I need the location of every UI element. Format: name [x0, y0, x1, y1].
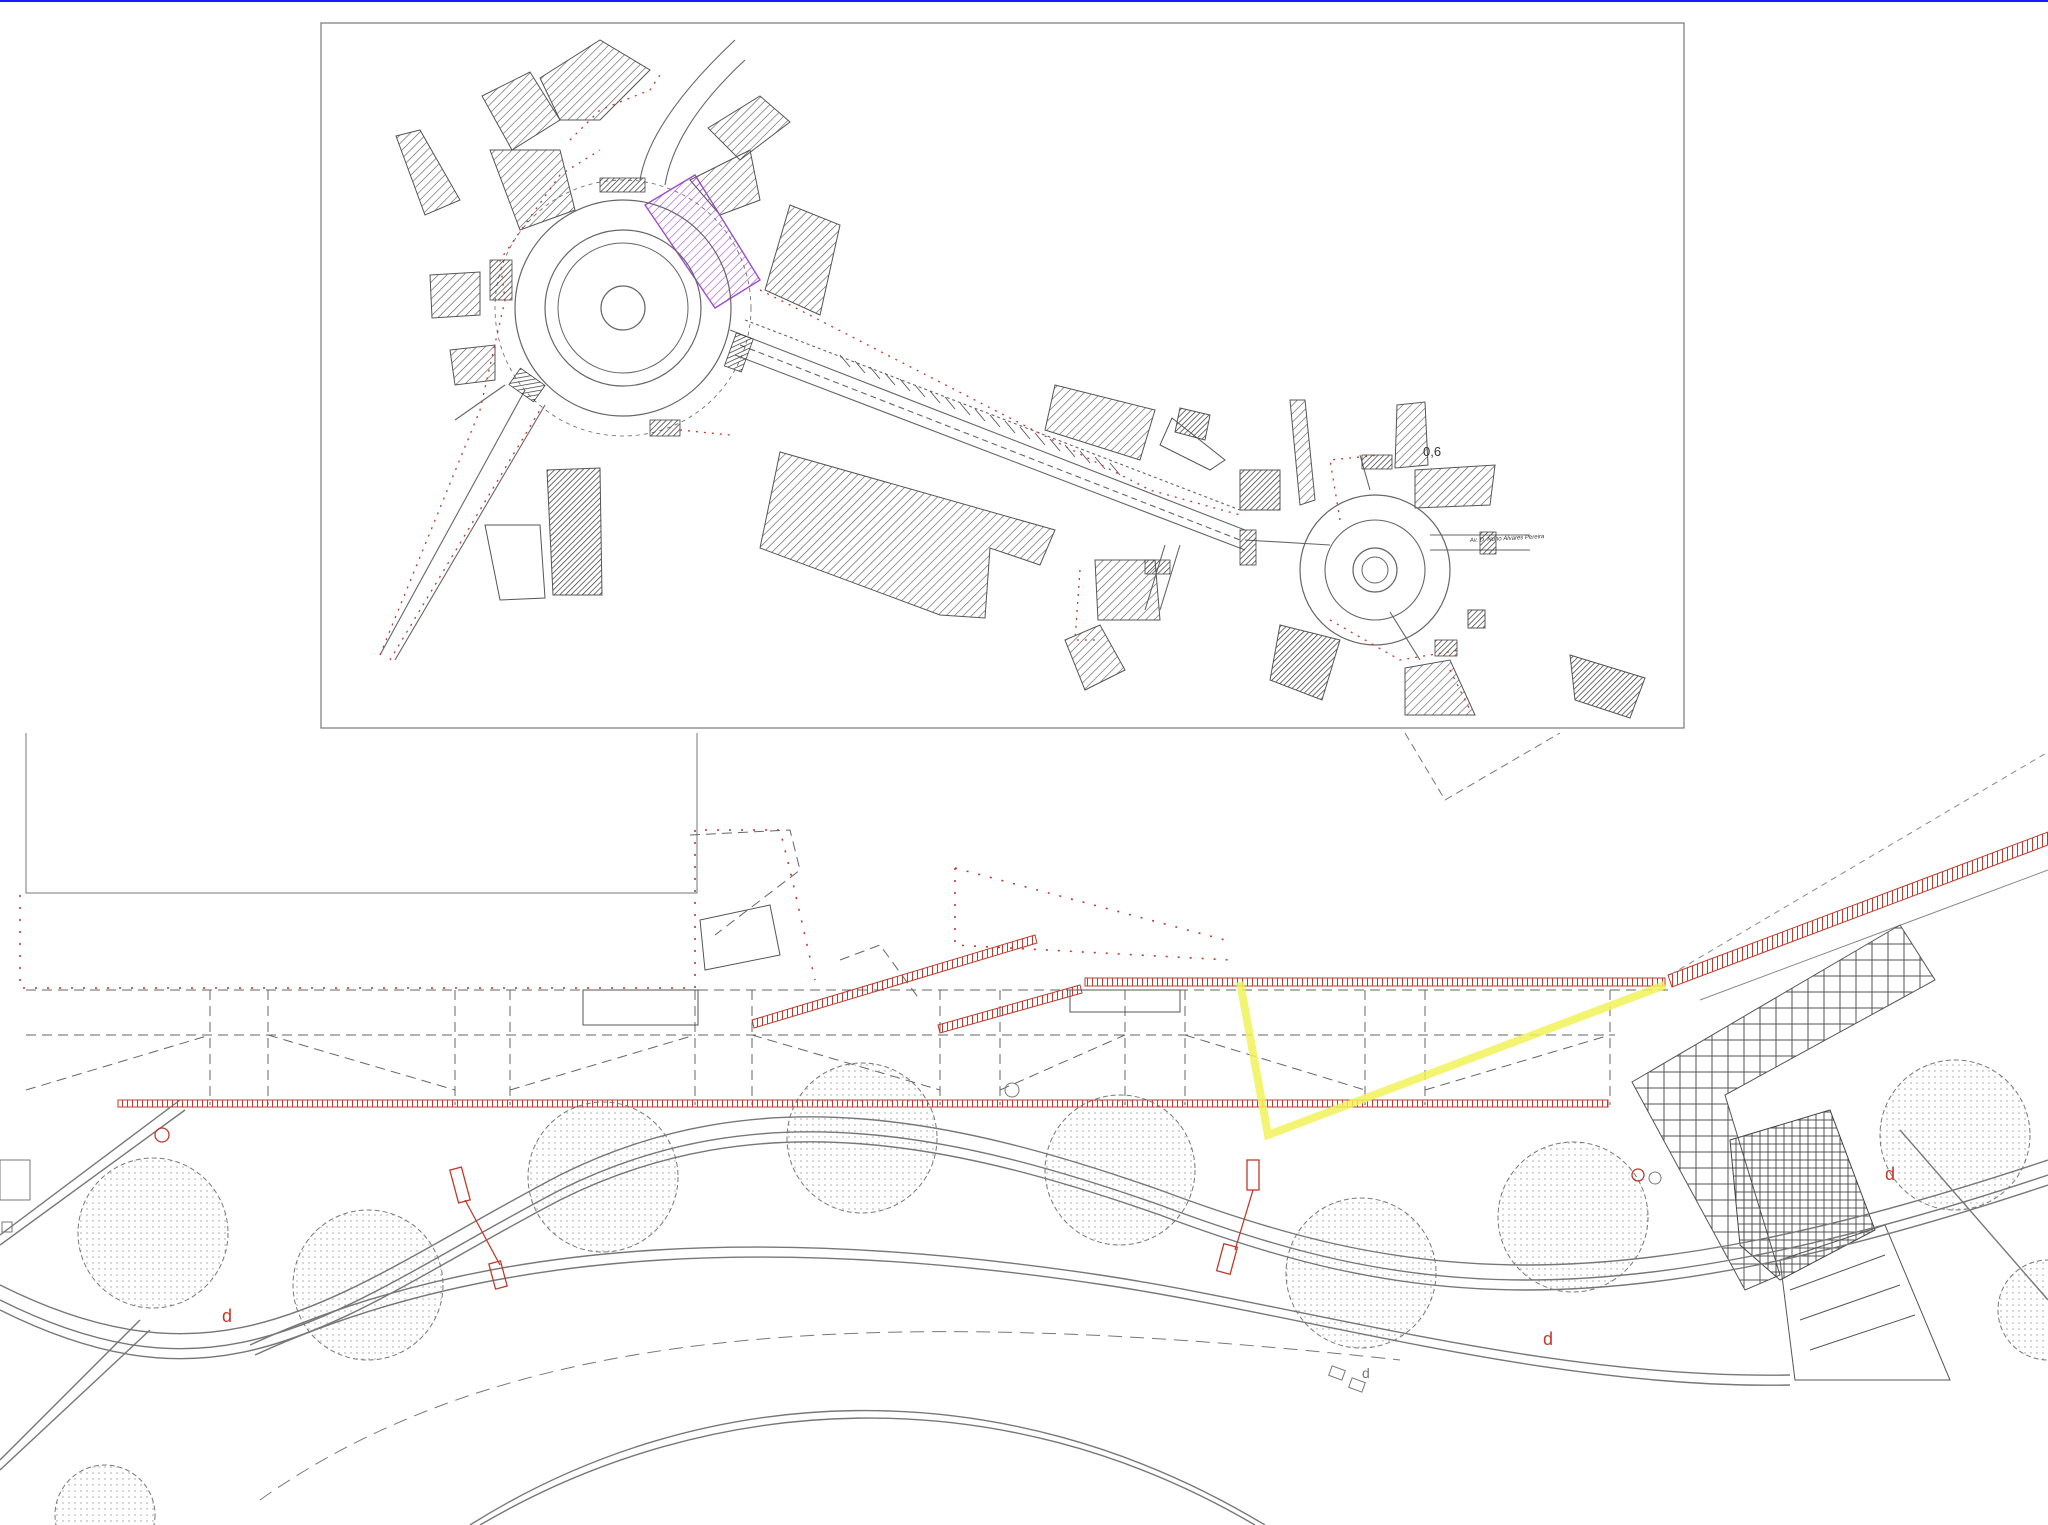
mark-d: d	[1885, 1164, 1895, 1184]
inset-leader	[1404, 732, 1561, 801]
inset-zone-label: 0,6	[1423, 444, 1441, 459]
yellow-path	[1236, 981, 1667, 1141]
tree	[1879, 1059, 2031, 1211]
tree	[786, 1062, 938, 1214]
tree	[54, 1464, 156, 1525]
building-outline	[25, 733, 698, 894]
site-plan-drawing: 0,6 Av. D. Nuno Álvares Pereira d d d d	[0, 0, 2048, 1525]
inset-plan: 0,6 Av. D. Nuno Álvares Pereira	[320, 22, 1685, 729]
tree	[527, 1101, 679, 1253]
tree	[77, 1157, 229, 1309]
mark-d: d	[222, 1306, 232, 1326]
mark-d: d	[1543, 1329, 1553, 1349]
detail-plan: d d d d	[0, 733, 2048, 1525]
tree-icon	[54, 1059, 2048, 1525]
tree	[1044, 1094, 1196, 1246]
promenade-dashed	[259, 1331, 1401, 1501]
tree	[1497, 1141, 1649, 1293]
parking-layout	[25, 829, 1670, 1105]
mark-d: d	[1362, 1365, 1370, 1381]
tree	[1997, 1259, 2048, 1361]
detail-work-limits	[19, 829, 1231, 989]
detail-structures	[582, 904, 1181, 1026]
